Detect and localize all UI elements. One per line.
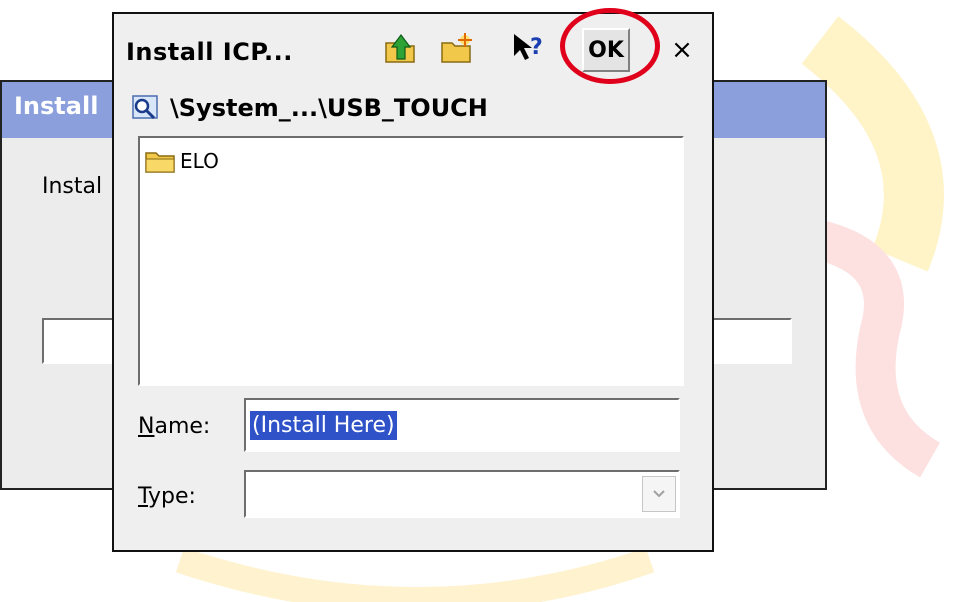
name-label: Name: xyxy=(138,414,211,439)
ok-button[interactable]: OK xyxy=(582,28,630,72)
dialog-title: Install ICP... xyxy=(126,38,293,66)
svg-text:?: ? xyxy=(530,35,543,60)
current-path: \System_...\USB_TOUCH xyxy=(130,88,488,128)
name-input-value: (Install Here) xyxy=(250,410,397,440)
up-folder-icon xyxy=(385,34,415,63)
list-item[interactable]: ELO xyxy=(144,148,219,174)
list-item-label: ELO xyxy=(180,149,219,173)
name-input[interactable]: (Install Here) xyxy=(244,398,680,452)
search-folder-icon xyxy=(132,95,158,120)
help-button[interactable]: ? xyxy=(510,28,550,68)
background-title: Install xyxy=(14,92,99,120)
folder-icon xyxy=(145,152,175,173)
dropdown-arrow-button[interactable] xyxy=(642,476,676,512)
background-label: Instal xyxy=(42,174,103,199)
new-folder-icon xyxy=(441,33,472,63)
file-list[interactable]: ELO xyxy=(138,136,684,386)
up-folder-button[interactable] xyxy=(380,28,420,68)
close-button[interactable]: × xyxy=(664,32,700,68)
path-text: \System_...\USB_TOUCH xyxy=(170,94,488,122)
type-select[interactable] xyxy=(244,470,680,518)
type-label: Type: xyxy=(138,484,196,509)
whats-this-help-icon: ? xyxy=(514,34,543,60)
install-dialog: Install ICP... ? OK × \System_...\USB_TO… xyxy=(112,8,714,552)
new-folder-button[interactable] xyxy=(436,28,476,68)
chevron-down-icon xyxy=(653,490,665,498)
